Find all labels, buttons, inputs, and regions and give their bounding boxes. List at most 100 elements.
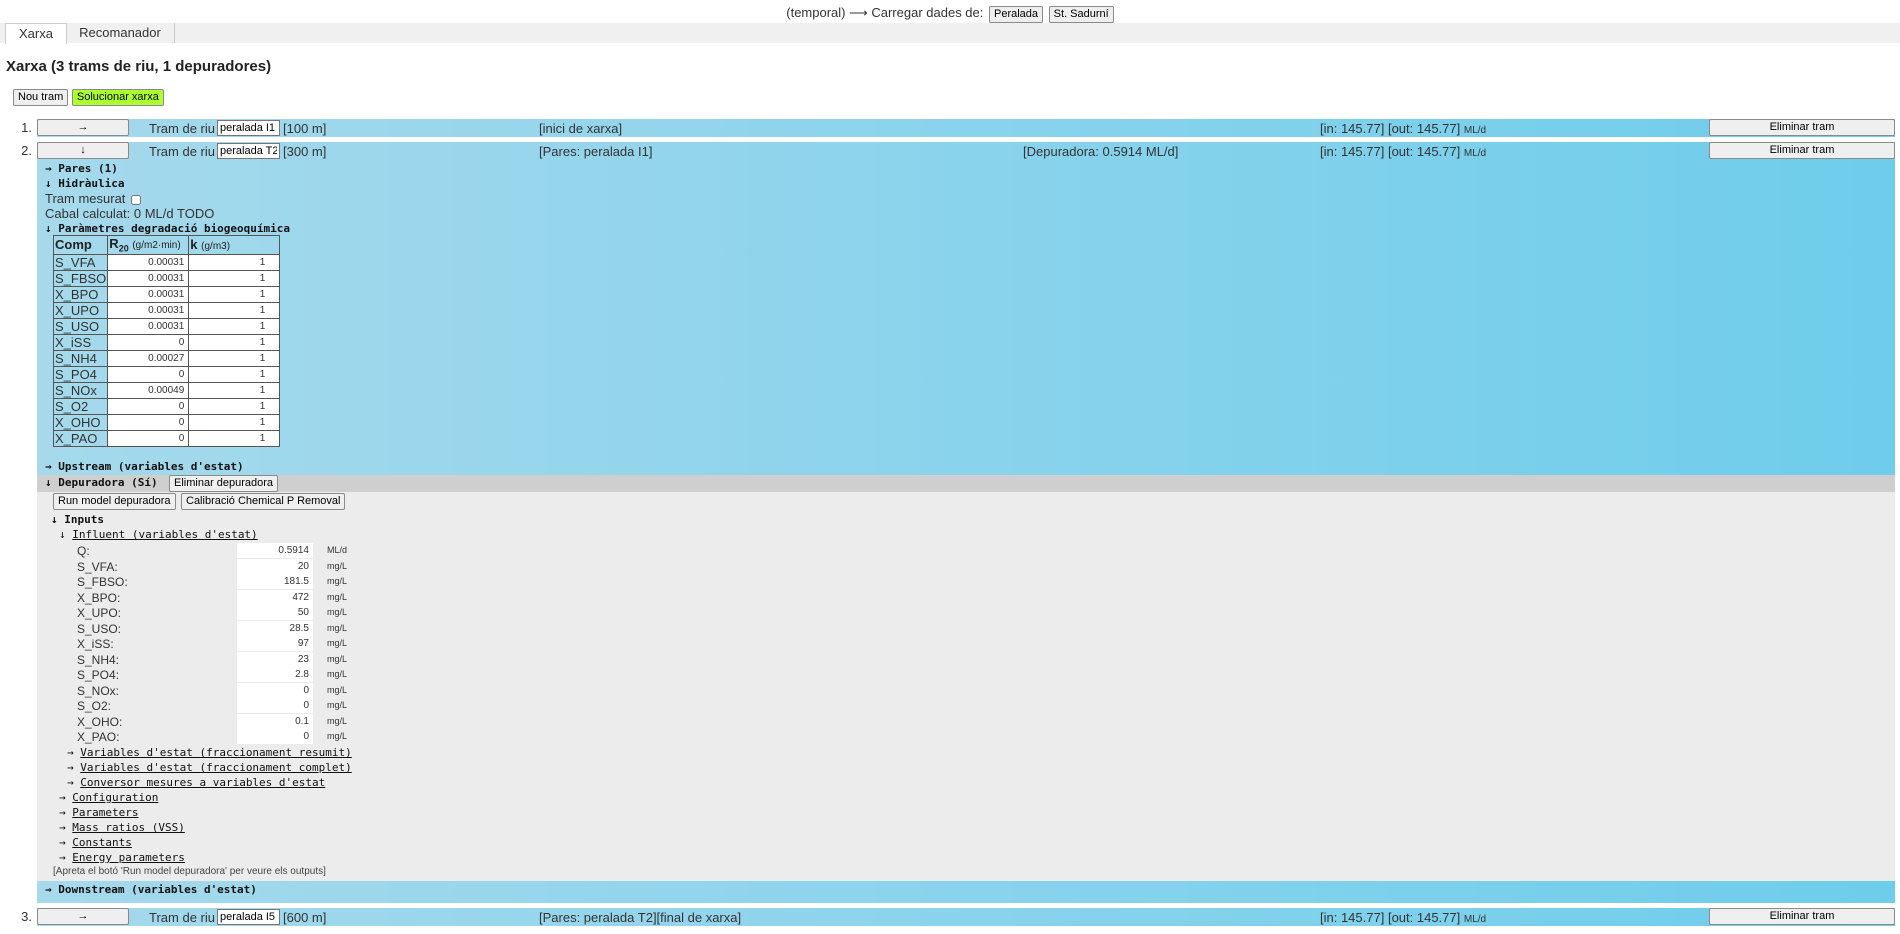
configuration-link[interactable]: Configuration xyxy=(72,791,158,804)
expand-tram-button[interactable]: → xyxy=(37,908,129,925)
remove-tram-button[interactable]: Eliminar tram xyxy=(1709,142,1895,159)
influent-value-input[interactable]: 472 xyxy=(237,589,313,605)
influent-row: S_FBSO: 181.5 mg/L xyxy=(77,574,347,589)
configuration-toggle[interactable]: → Configuration xyxy=(59,791,158,804)
influent-row: S_O2: 0 mg/L xyxy=(77,698,347,713)
r20-input[interactable]: 0.00031 xyxy=(107,301,190,319)
k-input[interactable]: 1 xyxy=(188,317,281,335)
load-peralada-button[interactable]: Peralada xyxy=(989,6,1044,23)
influent-toggle[interactable]: ↓ Influent (variables d'estat) xyxy=(59,528,258,541)
tram-name-input[interactable] xyxy=(217,909,280,925)
flow-unit: ML/d xyxy=(1463,125,1487,136)
parameters-link[interactable]: Parameters xyxy=(72,806,138,819)
k-input[interactable]: 1 xyxy=(188,285,281,303)
r20-input[interactable]: 0.00049 xyxy=(107,381,190,399)
influent-key: S_NOx: xyxy=(77,683,120,698)
influent-value-input[interactable]: 0 xyxy=(237,682,313,698)
r20-input[interactable]: 0 xyxy=(107,397,190,415)
energy-parameters-toggle[interactable]: → Energy parameters xyxy=(59,851,185,864)
tram-name-input[interactable] xyxy=(217,120,280,136)
r20-input[interactable]: 0.00031 xyxy=(107,269,190,287)
influent-value-input[interactable]: 97 xyxy=(237,636,313,651)
flow-in: [in: 145.77] xyxy=(1320,121,1385,136)
load-st-sadurni-button[interactable]: St. Sadurní xyxy=(1048,6,1114,23)
hidraulica-toggle[interactable]: ↓ Hidràulica xyxy=(45,177,124,190)
k-input[interactable]: 1 xyxy=(188,253,281,271)
influent-value-input[interactable]: 0.1 xyxy=(237,713,313,729)
remove-tram-button[interactable]: Eliminar tram xyxy=(1709,119,1895,136)
influent-value-input[interactable]: 2.8 xyxy=(237,667,313,682)
influent-value-input[interactable]: 23 xyxy=(237,651,313,667)
upstream-toggle[interactable]: → Upstream (variables d'estat) xyxy=(45,460,244,473)
r20-input[interactable]: 0 xyxy=(107,333,190,351)
influent-value-input[interactable]: 28.5 xyxy=(237,620,313,636)
collapse-tram-button[interactable]: ↓ xyxy=(37,142,129,159)
state-vars-complete-link[interactable]: Variables d'estat (fraccionament complet… xyxy=(80,761,352,774)
constants-link[interactable]: Constants xyxy=(72,836,132,849)
inputs-toggle[interactable]: ↓ Inputs xyxy=(51,513,104,526)
measurement-converter-link[interactable]: Conversor mesures a variables d'estat xyxy=(80,776,325,789)
influent-value-input[interactable]: 0 xyxy=(237,729,313,744)
flow-out: [out: 145.77] xyxy=(1387,121,1461,136)
influent-link[interactable]: Influent (variables d'estat) xyxy=(72,528,257,541)
table-row: X_iSS 0 1 xyxy=(52,333,281,351)
r20-input[interactable]: 0.00031 xyxy=(107,253,190,271)
mass-ratios-link[interactable]: Mass ratios (VSS) xyxy=(72,821,185,834)
influent-value-input[interactable]: 0 xyxy=(237,698,313,713)
k-input[interactable]: 1 xyxy=(188,381,281,399)
downstream-toggle[interactable]: → Downstream (variables d'estat) xyxy=(45,883,257,896)
flow-unit: ML/d xyxy=(1463,148,1487,159)
constants-toggle[interactable]: → Constants xyxy=(59,836,132,849)
k-input[interactable]: 1 xyxy=(188,333,281,351)
biogeochem-params-toggle[interactable]: ↓ Paràmetres degradació biogeoquímica xyxy=(45,222,290,235)
remove-tram-button[interactable]: Eliminar tram xyxy=(1709,908,1895,925)
influent-unit: mg/L xyxy=(327,684,348,695)
measurement-converter-toggle[interactable]: → Conversor mesures a variables d'estat xyxy=(67,776,325,789)
k-input[interactable]: 1 xyxy=(188,413,281,431)
state-vars-summary-toggle[interactable]: → Variables d'estat (fraccionament resum… xyxy=(67,746,352,759)
tram-length: [100 m] xyxy=(283,121,327,136)
run-model-button[interactable]: Run model depuradora xyxy=(53,493,176,510)
solve-network-button[interactable]: Solucionar xarxa xyxy=(71,89,164,106)
computed-flow: Cabal calculat: 0 ML/d TODO xyxy=(45,206,215,221)
r20-input[interactable]: 0.00031 xyxy=(107,317,190,335)
k-input[interactable]: 1 xyxy=(188,269,281,287)
r20-input[interactable]: 0.00031 xyxy=(107,285,190,303)
influent-value-input[interactable]: 0.5914 xyxy=(237,543,313,558)
measured-checkbox[interactable] xyxy=(131,194,142,205)
influent-key: X_OHO: xyxy=(77,714,123,729)
r20-input[interactable]: 0 xyxy=(107,429,190,447)
energy-parameters-link[interactable]: Energy parameters xyxy=(72,851,185,864)
r20-input[interactable]: 0 xyxy=(107,413,190,431)
biogeochem-params-table: Comp R20 (g/m2·min) k (g/m3) S_VFA 0.0003… xyxy=(52,235,281,447)
remove-depuradora-button[interactable]: Eliminar depuradora xyxy=(169,475,279,492)
flow-unit: ML/d xyxy=(1463,914,1487,925)
new-tram-button[interactable]: Nou tram xyxy=(13,89,69,106)
influent-value-input[interactable]: 50 xyxy=(237,605,313,620)
k-input[interactable]: 1 xyxy=(188,301,281,319)
r20-input[interactable]: 0.00027 xyxy=(107,349,190,367)
r20-input[interactable]: 0 xyxy=(107,365,190,383)
pares-toggle[interactable]: → Pares (1) xyxy=(45,162,118,175)
k-input[interactable]: 1 xyxy=(188,397,281,415)
expand-tram-button[interactable]: → xyxy=(37,119,129,136)
calibration-p-removal-button[interactable]: Calibració Chemical P Removal xyxy=(181,493,346,510)
k-input[interactable]: 1 xyxy=(188,349,281,367)
influent-unit: mg/L xyxy=(327,653,348,664)
influent-value-input[interactable]: 181.5 xyxy=(237,574,313,589)
depuradora-toggle[interactable]: ↓ Depuradora (Sí) xyxy=(45,476,158,489)
tram-label: Tram de riu xyxy=(149,910,215,925)
tram-name-input[interactable] xyxy=(217,143,280,159)
tram-label: Tram de riu xyxy=(149,144,215,159)
parameters-toggle[interactable]: → Parameters xyxy=(59,806,138,819)
state-vars-summary-link[interactable]: Variables d'estat (fraccionament resumit… xyxy=(80,746,352,759)
downstream-row: → Downstream (variables d'estat) xyxy=(37,881,1895,898)
mass-ratios-toggle[interactable]: → Mass ratios (VSS) xyxy=(59,821,185,834)
table-row: S_O2 0 1 xyxy=(52,397,281,415)
tab-xarxa[interactable]: Xarxa xyxy=(5,23,67,44)
k-input[interactable]: 1 xyxy=(188,365,281,383)
k-input[interactable]: 1 xyxy=(188,429,281,447)
influent-value-input[interactable]: 20 xyxy=(237,558,313,574)
tab-recomanador[interactable]: Recomanador xyxy=(66,23,175,43)
state-vars-complete-toggle[interactable]: → Variables d'estat (fraccionament compl… xyxy=(67,761,352,774)
